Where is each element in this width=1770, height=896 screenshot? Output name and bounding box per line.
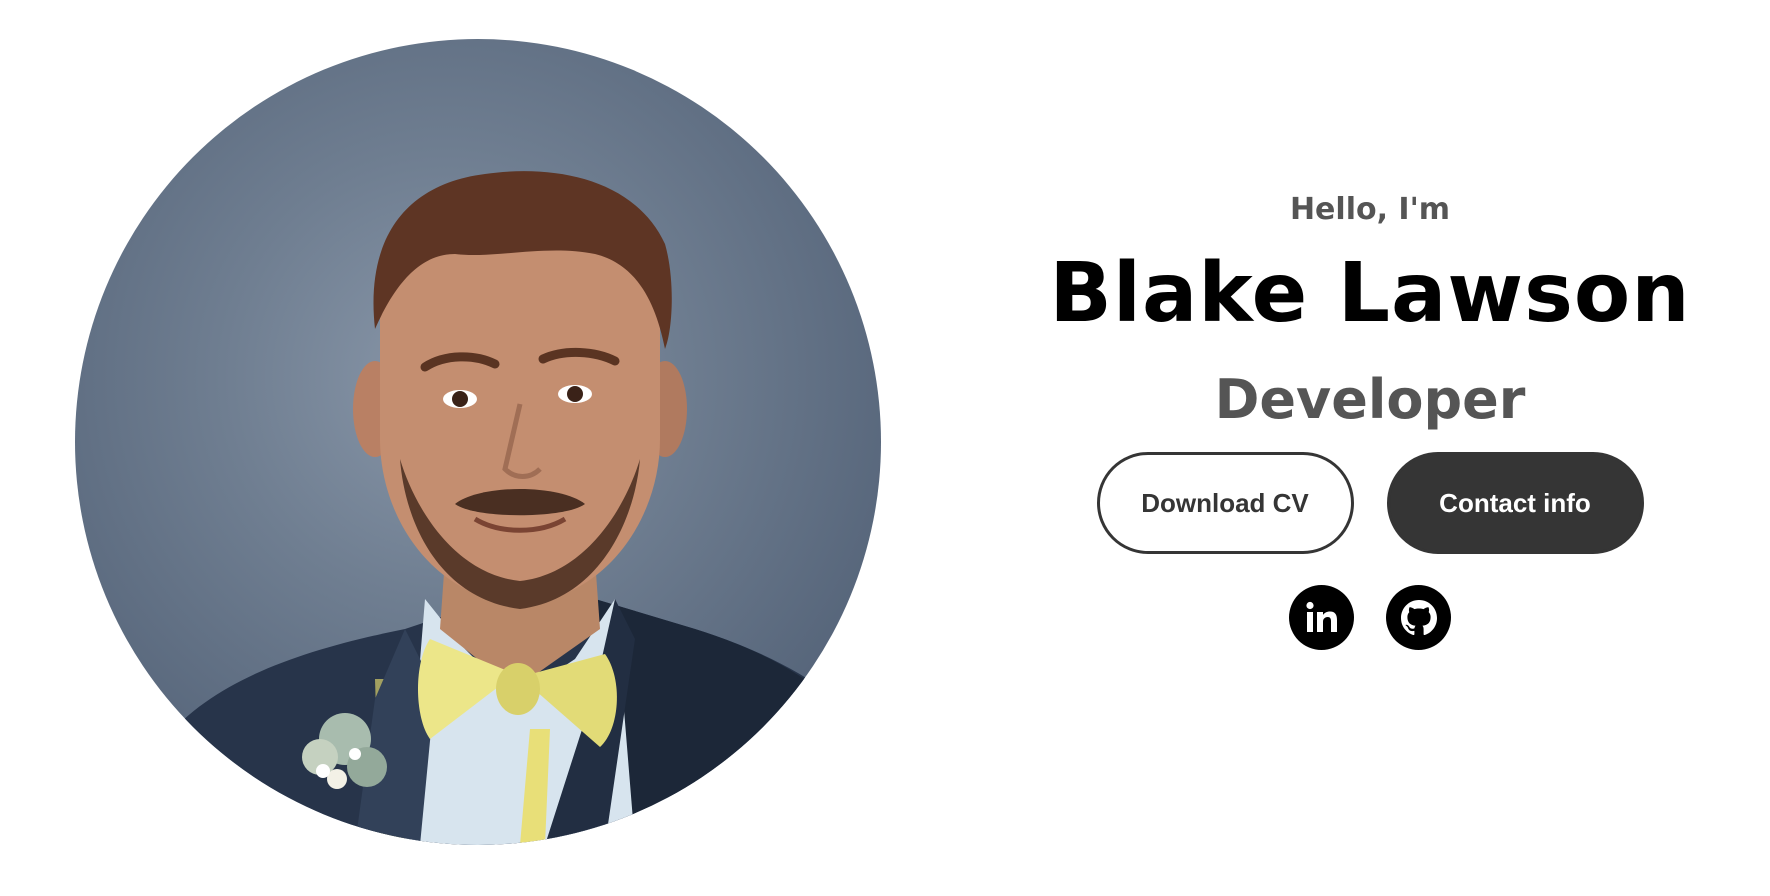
- github-glyph: [1400, 599, 1437, 635]
- intro-section: Hello, I'm Blake Lawson Developer Downlo…: [1010, 180, 1730, 650]
- linkedin-icon[interactable]: [1289, 585, 1354, 650]
- social-links: [1010, 585, 1730, 650]
- profile-photo: [75, 39, 881, 845]
- greeting-text: Hello, I'm: [1289, 192, 1451, 227]
- profile-photo-illustration: [75, 171, 881, 845]
- github-icon[interactable]: [1386, 585, 1451, 650]
- role-title: Developer: [1214, 368, 1526, 431]
- action-buttons: Download CV Contact info: [1010, 452, 1730, 554]
- download-cv-button[interactable]: Download CV: [1096, 452, 1354, 554]
- contact-info-button[interactable]: Contact info: [1386, 452, 1644, 554]
- name-heading: Blake Lawson: [1049, 246, 1691, 341]
- linkedin-glyph: [1305, 601, 1337, 632]
